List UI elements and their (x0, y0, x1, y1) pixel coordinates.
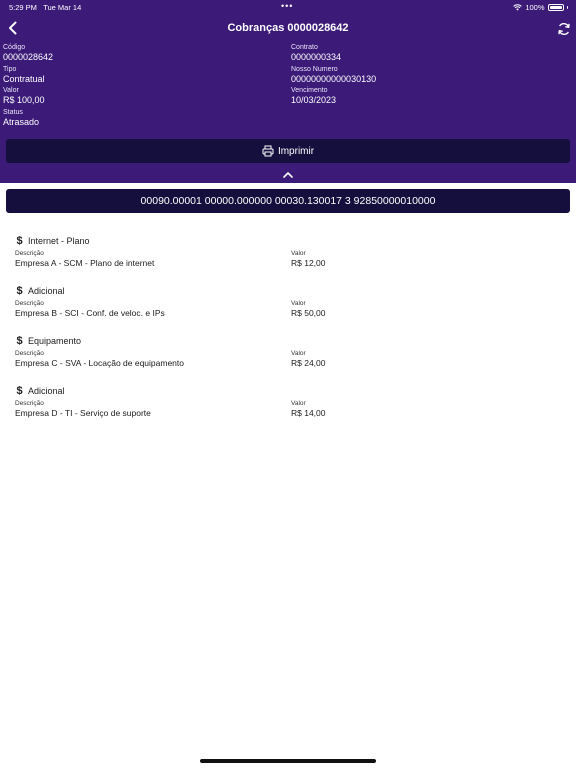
value-amount: R$ 50,00 (291, 308, 326, 318)
info-codigo: Código 0000028642 (3, 43, 263, 63)
home-indicator[interactable] (200, 759, 376, 763)
desc-label: Descrição (15, 250, 44, 257)
item-header: $ Adicional (15, 285, 65, 297)
battery-tip (566, 6, 568, 9)
value-label: Valor (291, 300, 306, 307)
barcode-text: 00090.00001 00000.000000 00030.130017 3 … (140, 195, 436, 207)
wifi-icon (513, 4, 523, 11)
info-valor: Valor R$ 100,00 (3, 86, 263, 106)
info-tipo: Tipo Contratual (3, 65, 263, 85)
status-time: 5:29 PM Tue Mar 14 (9, 3, 81, 12)
status-date: Tue Mar 14 (43, 3, 82, 12)
refresh-button[interactable] (555, 20, 573, 38)
desc-value: Empresa A - SCM - Plano de internet (15, 258, 155, 268)
info-contrato: Contrato 0000000334 (291, 43, 551, 63)
dollar-icon: $ (16, 235, 23, 247)
desc-value: Empresa B - SCI - Conf. de veloc. e IPs (15, 308, 165, 318)
info-value: 10/03/2023 (291, 95, 337, 105)
value-amount: R$ 14,00 (291, 408, 326, 418)
info-vencimento: Vencimento 10/03/2023 (291, 86, 551, 106)
value-label: Valor (291, 250, 306, 257)
list-item: $ Adicional Descrição Empresa D - TI - S… (0, 383, 576, 433)
info-label: Nosso Numero (291, 66, 338, 73)
info-value: R$ 100,00 (3, 95, 45, 105)
info-label: Valor (3, 87, 19, 94)
info-status: Status Atrasado (3, 108, 263, 128)
item-header: $ Internet - Plano (15, 235, 90, 247)
dollar-icon: $ (16, 385, 23, 397)
desc-label: Descrição (15, 350, 44, 357)
dollar-icon: $ (16, 335, 23, 347)
header: 5:29 PM Tue Mar 14 ••• 100% Cobranças 00… (0, 0, 576, 183)
print-button[interactable]: Imprimir (6, 139, 570, 163)
status-time-text: 5:29 PM (9, 3, 37, 12)
desc-value: Empresa C - SVA - Locação de equipamento (15, 358, 184, 368)
info-label: Contrato (291, 44, 318, 51)
multitask-dots-icon[interactable]: ••• (281, 1, 293, 11)
refresh-icon (558, 23, 570, 35)
info-label: Vencimento (291, 87, 328, 94)
value-amount: R$ 12,00 (291, 258, 326, 268)
status-bar: 5:29 PM Tue Mar 14 ••• 100% (0, 0, 576, 14)
value-label: Valor (291, 400, 306, 407)
info-nosso-numero: Nosso Numero 00000000000030130 (291, 65, 551, 85)
item-title: Adicional (28, 386, 65, 396)
item-header: $ Equipamento (15, 335, 81, 347)
item-title: Adicional (28, 286, 65, 296)
desc-label: Descrição (15, 400, 44, 407)
desc-value: Empresa D - TI - Serviço de suporte (15, 408, 151, 418)
list-item: $ Equipamento Descrição Empresa C - SVA … (0, 333, 576, 383)
info-value: 00000000000030130 (291, 74, 377, 84)
dollar-icon: $ (16, 285, 23, 297)
info-value: 0000000334 (291, 52, 342, 62)
status-right: 100% (513, 3, 568, 12)
item-title: Internet - Plano (28, 236, 90, 246)
status-value: Atrasado (3, 117, 40, 127)
info-value: Contratual (3, 74, 45, 84)
chevron-up-icon[interactable] (281, 170, 295, 180)
battery-icon (547, 4, 564, 11)
info-value: 0000028642 (3, 52, 54, 62)
print-button-label: Imprimir (277, 145, 315, 157)
info-label: Tipo (3, 66, 17, 73)
info-label: Código (3, 44, 26, 51)
charge-items-list: $ Internet - Plano Descrição Empresa A -… (0, 233, 576, 433)
list-item: $ Internet - Plano Descrição Empresa A -… (0, 233, 576, 283)
desc-label: Descrição (15, 300, 44, 307)
item-title: Equipamento (28, 336, 82, 346)
item-header: $ Adicional (15, 385, 65, 397)
page-title: Cobranças 0000028642 (227, 22, 349, 34)
value-label: Valor (291, 350, 306, 357)
printer-icon (262, 145, 274, 157)
value-amount: R$ 24,00 (291, 358, 326, 368)
barcode-line[interactable]: 00090.00001 00000.000000 00030.130017 3 … (6, 189, 570, 213)
info-label: Status (3, 109, 23, 116)
list-item: $ Adicional Descrição Empresa B - SCI - … (0, 283, 576, 333)
battery-percent: 100% (525, 3, 545, 12)
